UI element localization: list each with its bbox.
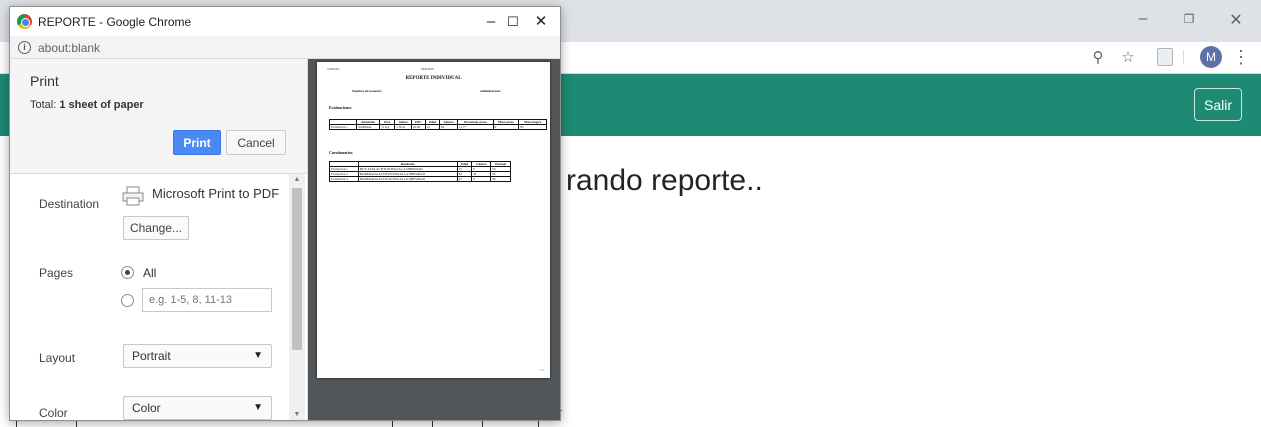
dialog-url-bar: i about:blank [10, 36, 560, 59]
eval-cell: 71 Kg [379, 124, 396, 130]
bookmark-star-icon[interactable]: ☆ [1117, 47, 1139, 69]
color-select[interactable]: Color ▼ [123, 396, 272, 420]
preview-page-number: 1/1 [540, 368, 544, 372]
print-dialog-window: REPORTE - Google Chrome – ☐ ✕ i about:bl… [9, 6, 561, 421]
preview-section-cuestionarios: Cuestionarios [329, 150, 353, 155]
toolbar-separator [1183, 50, 1184, 64]
pages-all-radio[interactable] [121, 266, 134, 279]
page-heading: rando reporte.. [566, 164, 763, 197]
pages-custom-input[interactable] [142, 288, 272, 312]
pdf-extension-icon[interactable] [1157, 48, 1173, 66]
eval-cell: M [438, 124, 458, 130]
chevron-down-icon: ▼ [253, 350, 263, 361]
print-settings-panel: Print Total: 1 sheet of paper Print Canc… [10, 59, 308, 420]
scroll-up-icon[interactable]: ▲ [289, 176, 305, 183]
zoom-icon[interactable]: ⚲ [1087, 47, 1109, 69]
eval-cell: 21 [424, 124, 440, 130]
quest-cell: F [471, 176, 492, 182]
layout-label: Layout [39, 351, 76, 365]
bg-minimize-icon[interactable]: – [1123, 10, 1163, 28]
print-total-prefix: Total: [30, 99, 60, 111]
dialog-url: about:blank [38, 41, 101, 55]
chrome-logo-icon [17, 14, 32, 29]
pages-custom-radio[interactable] [121, 294, 134, 307]
destination-printer-name: Microsoft Print to PDF [152, 186, 280, 201]
printer-icon [122, 186, 144, 206]
color-select-value: Color [132, 401, 161, 415]
preview-user-value: administrator [480, 89, 501, 93]
table-row: Evaluación 3 MODERADA ACTITUD HACIA LA OB… [329, 176, 511, 182]
dialog-titlebar: REPORTE - Google Chrome – ☐ ✕ [10, 7, 560, 36]
quest-cell: MODERADA ACTITUD HACIA LA OBESIDAD [357, 176, 458, 182]
preview-eval-table: Resultado Peso Altura IMC Edad Género Porcenta… [328, 119, 547, 130]
destination-label: Destination [39, 197, 100, 211]
pages-all-label: All [143, 266, 157, 280]
preview-user-label: Nombre de usuario: [352, 89, 382, 93]
scroll-thumb[interactable] [292, 188, 302, 350]
print-total-value: 1 sheet of paper [59, 99, 144, 111]
table-row: Evaluación 1 NORMAL 71 Kg 1.50 m 20.96 21 M 11.… [328, 124, 547, 130]
chevron-down-icon: ▼ [253, 402, 263, 413]
preview-meta-left: VERDAD [327, 67, 340, 71]
print-total: Total: 1 sheet of paper [30, 99, 144, 111]
layout-select-value: Portrait [132, 349, 171, 363]
eval-cell: 20.96 [410, 124, 426, 130]
change-destination-button[interactable]: Change... [123, 216, 189, 240]
quest-cell: Evaluación 3 [329, 176, 359, 182]
pages-label: Pages [39, 266, 74, 280]
dialog-close-icon[interactable]: ✕ [523, 11, 559, 33]
preview-section-evaluaciones: Evaluaciones [329, 105, 352, 110]
layout-select[interactable]: Portrait ▼ [123, 344, 272, 368]
preview-meta-center: REPORTE [421, 67, 435, 71]
settings-scrollbar[interactable]: ▲ ▼ [289, 174, 305, 420]
dialog-window-title: REPORTE - Google Chrome [38, 15, 192, 29]
quest-cell: 38 [490, 176, 511, 182]
profile-avatar[interactable]: M [1200, 46, 1222, 68]
color-label: Color [39, 406, 68, 420]
print-panel-header: Print Total: 1 sheet of paper Print Canc… [10, 59, 307, 174]
bg-close-icon[interactable]: ✕ [1216, 10, 1256, 30]
bg-restore-icon[interactable]: ❐ [1169, 12, 1209, 26]
preview-page: VERDAD REPORTE REPORTE INDIVIDUAL Nombre… [317, 62, 550, 378]
quest-cell: 25 [456, 176, 473, 182]
info-icon[interactable]: i [18, 41, 31, 54]
browser-menu-icon[interactable]: ⋮ [1232, 44, 1250, 70]
print-button[interactable]: Print [173, 130, 221, 155]
eval-cell: 6 [492, 124, 520, 130]
preview-report-title: REPORTE INDIVIDUAL [405, 76, 462, 81]
logout-button[interactable]: Salir [1194, 88, 1242, 121]
eval-cell: NORMAL [356, 124, 381, 130]
eval-cell: 85 [518, 124, 547, 130]
preview-quest-table: Resultado Edad Género Puntaje Evaluación 1M… [329, 161, 511, 182]
print-preview-area: VERDAD REPORTE REPORTE INDIVIDUAL Nombre… [308, 59, 560, 420]
cancel-button[interactable]: Cancel [226, 130, 286, 155]
print-title: Print [30, 73, 59, 89]
eval-cell: 1.50 m [394, 124, 412, 130]
eval-cell: Evaluación 1 [328, 124, 358, 130]
scroll-down-icon[interactable]: ▼ [289, 411, 305, 418]
eval-cell: 11.77 [456, 124, 494, 130]
